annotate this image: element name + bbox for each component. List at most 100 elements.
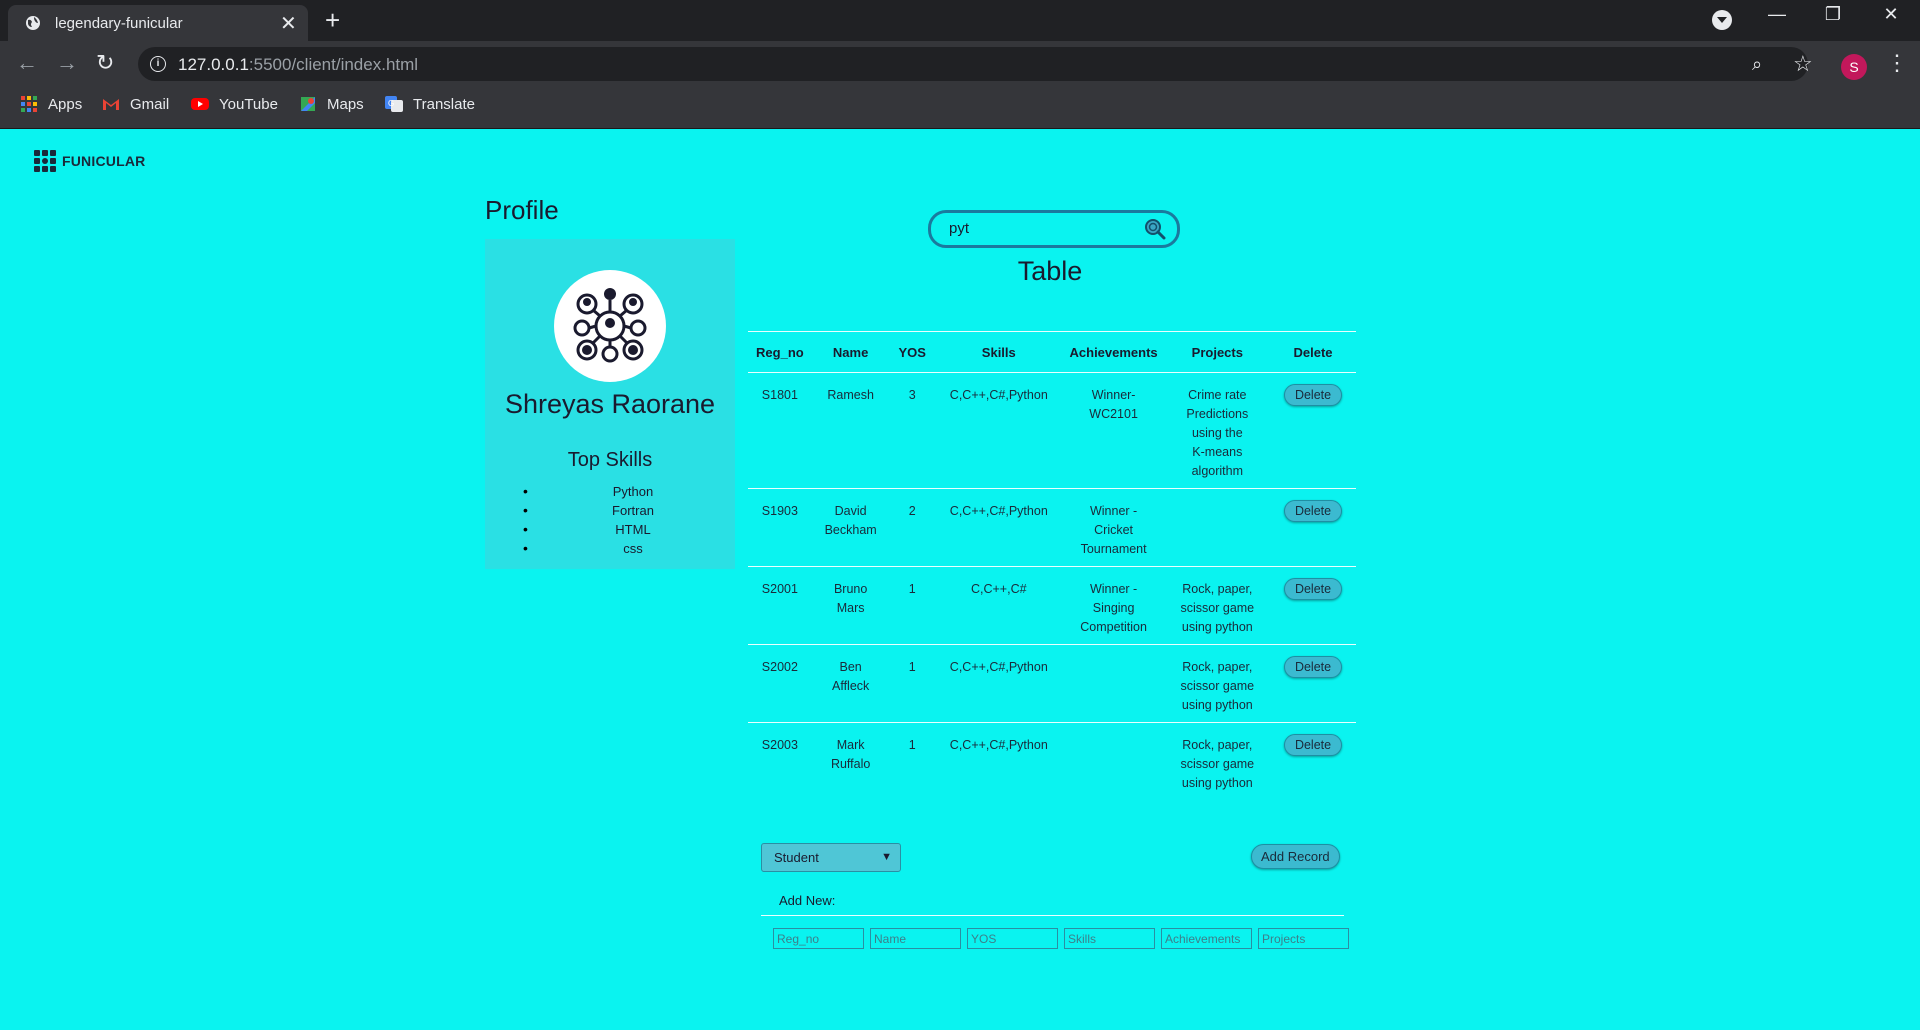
top-skills-heading: Top Skills [567, 449, 653, 471]
table-row: S2001 Bruno Mars 1 C,C++,C# Winner - Sin… [748, 566, 1356, 645]
cell-name: David Beckham [811, 488, 890, 567]
cell-projects: Rock, paper, scissor game using python [1180, 738, 1255, 790]
table-row: S1903 David Beckham 2 C,C++,C#,Python Wi… [748, 488, 1356, 567]
projects-field[interactable] [1258, 928, 1349, 949]
logo-text: FUNICULAR [62, 153, 146, 169]
achievements-field[interactable] [1161, 928, 1252, 949]
cell-achievements [1062, 644, 1165, 723]
cell-achievements: Winner - Cricket Tournament [1062, 488, 1165, 567]
browser-tabstrip: legendary-funicular ✕ + — ❐ ✕ [0, 0, 1920, 41]
select-value: Student [774, 850, 819, 865]
youtube-icon [191, 98, 209, 110]
table-heading: Table [1017, 256, 1083, 286]
page-content: FUNICULAR Profile Shreyas Raorane Top Sk… [0, 129, 1920, 1030]
bookmark-label: Apps [48, 95, 83, 113]
profile-name: Shreyas Raorane [504, 389, 716, 419]
bookmark-label: Gmail [130, 95, 170, 113]
new-tab-icon[interactable]: + [325, 6, 340, 34]
cell-skills: C,C++,C#,Python [934, 644, 1063, 723]
delete-button[interactable]: Delete [1283, 734, 1343, 756]
cell-delete: Delete [1270, 644, 1356, 723]
tab-close-icon[interactable]: ✕ [280, 11, 297, 36]
table-row: S2002 Ben Affleck 1 C,C++,C#,Python Rock… [748, 644, 1356, 723]
delete-button[interactable]: Delete [1283, 656, 1343, 678]
cell-name: Bruno Mars [811, 566, 890, 645]
record-type-select[interactable]: Student ▼ [761, 843, 901, 872]
bookmark-gmail[interactable]: Gmail [102, 95, 169, 113]
search-input[interactable] [947, 219, 1141, 238]
skills-list: Python Fortran HTML css [523, 482, 723, 558]
more-menu-icon[interactable]: ⋮ [1886, 50, 1908, 76]
translate-icon: G [385, 96, 403, 112]
delete-button[interactable]: Delete [1283, 500, 1343, 522]
tab-title: legendary-funicular [55, 15, 183, 32]
address-bar[interactable]: i 127.0.0.1:5500/client/index.html ⌕ ☆ [138, 47, 1813, 81]
column-header: YOS [889, 331, 935, 373]
column-header: Name [811, 331, 890, 373]
table-header-row: Reg_no Name YOS Skills Achievements Proj… [748, 331, 1356, 373]
delete-button[interactable]: Delete [1283, 384, 1343, 406]
cell-achievements: Winner - Singing Competition [1062, 566, 1165, 645]
cell-projects: Crime rate Predictions using the K-means… [1164, 372, 1271, 489]
tab-search-icon[interactable] [1712, 10, 1732, 30]
bookmark-youtube[interactable]: YouTube [191, 95, 278, 113]
url-path: :5500/client/index.html [248, 55, 419, 74]
skills-field[interactable] [1064, 928, 1155, 949]
cell-achievements: Winner- WC2101 [1062, 372, 1165, 489]
restore-icon[interactable]: ❐ [1810, 4, 1856, 25]
cell-reg-no: S1801 [748, 372, 812, 489]
search-icon[interactable] [1144, 218, 1166, 240]
search-bar [928, 210, 1180, 248]
cell-delete: Delete [1270, 723, 1356, 801]
bookmark-apps[interactable]: Apps [20, 95, 82, 113]
bookmark-translate[interactable]: G Translate [385, 95, 475, 113]
browser-toolbar: ← → ↻ i 127.0.0.1:5500/client/index.html… [0, 41, 1920, 87]
close-window-icon[interactable]: ✕ [1868, 4, 1914, 25]
column-header: Achievements [1062, 331, 1165, 373]
url-host: 127.0.0.1 [178, 55, 249, 74]
cell-delete: Delete [1270, 488, 1356, 567]
maps-icon [301, 97, 315, 111]
info-icon[interactable]: i [150, 56, 166, 72]
table-row: S1801 Ramesh 3 C,C++,C#,Python Winner- W… [748, 372, 1356, 489]
logo-icon [34, 150, 56, 172]
browser-tab[interactable]: legendary-funicular ✕ [8, 5, 308, 41]
cell-name: Ben Affleck [811, 644, 890, 723]
bookmark-label: YouTube [219, 95, 278, 113]
chevron-down-icon: ▼ [881, 851, 892, 863]
profile-avatar[interactable]: S [1841, 54, 1867, 80]
cell-name: Ramesh [811, 372, 890, 489]
column-header: Skills [934, 331, 1063, 373]
add-record-button[interactable]: Add Record [1251, 844, 1340, 869]
cell-yos: 2 [889, 488, 935, 567]
yos-field[interactable] [967, 928, 1058, 949]
gmail-icon [103, 99, 119, 110]
cell-reg-no: S1903 [748, 488, 812, 567]
skill-item: css [523, 539, 723, 558]
skill-item: Python [523, 482, 723, 501]
cell-name: Mark Ruffalo [830, 738, 871, 771]
globe-icon [26, 16, 40, 30]
cell-skills: C,C++,C# [934, 566, 1063, 645]
column-header: Delete [1270, 331, 1356, 373]
name-field[interactable] [870, 928, 961, 949]
reload-icon[interactable]: ↻ [96, 50, 114, 76]
cell-reg-no: S2002 [748, 644, 812, 723]
svg-text:G: G [388, 99, 394, 108]
column-header: Projects [1164, 331, 1271, 373]
brand-logo[interactable]: FUNICULAR [32, 148, 145, 174]
avatar [554, 270, 666, 382]
table-row: S2003 Mark Ruffalo 1 C,C++,C#,Python Roc… [748, 723, 1356, 801]
reg-no-field[interactable] [773, 928, 864, 949]
back-icon[interactable]: ← [16, 50, 38, 76]
profile-card: Shreyas Raorane Top Skills Python Fortra… [485, 239, 735, 569]
bookmark-star-icon[interactable]: ☆ [1793, 51, 1813, 77]
minimize-icon[interactable]: — [1754, 4, 1800, 25]
forward-icon[interactable]: → [56, 50, 78, 76]
zoom-icon[interactable]: ⌕ [1752, 54, 1762, 75]
add-new-label: Add New: [779, 893, 836, 908]
bookmark-maps[interactable]: Maps [299, 95, 364, 113]
skill-item: HTML [523, 520, 723, 539]
delete-button[interactable]: Delete [1283, 578, 1343, 600]
cell-projects: Rock, paper, scissor game using python [1164, 644, 1271, 723]
